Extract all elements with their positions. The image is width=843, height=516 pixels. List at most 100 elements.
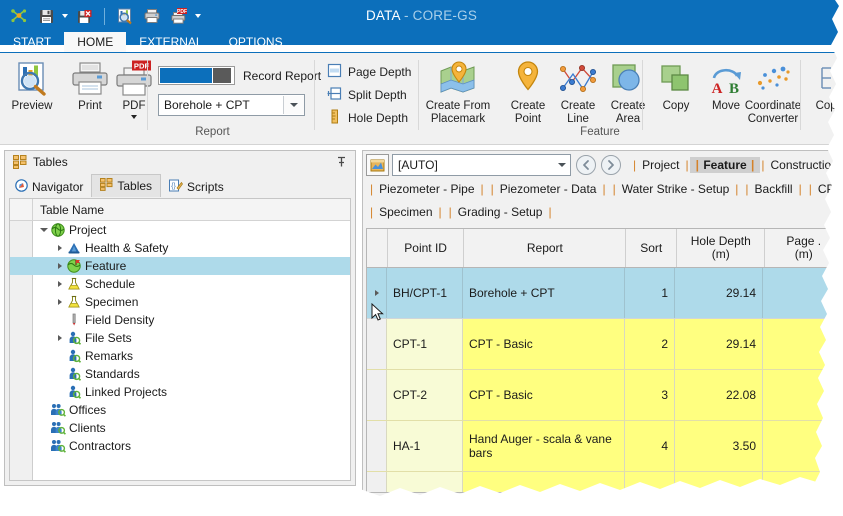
table-row[interactable]: CPT-2 CPT - Basic 3 22.08 <box>367 370 842 421</box>
expander-right-icon[interactable] <box>54 245 65 251</box>
cell-sort[interactable]: 1 <box>625 268 675 318</box>
tab-construction[interactable]: Construction <box>766 157 843 173</box>
cell-report[interactable]: CPT - Basic <box>463 370 625 420</box>
tree-item-remarks[interactable]: Remarks <box>10 347 350 365</box>
auto-filter-combobox[interactable]: [AUTO] <box>392 154 571 176</box>
pdf-button[interactable]: PDF PDF <box>106 58 162 119</box>
ribbon-group-report: Preview Print PDF PDF Record Report Bore… <box>0 54 415 140</box>
create-from-placemark-button[interactable]: Create From Placemark <box>420 58 496 125</box>
ribbon-separator-5 <box>800 60 801 130</box>
tree-item-feature[interactable]: Feature <box>10 257 350 275</box>
tree-item-field-density[interactable]: Field Density <box>10 311 350 329</box>
tree-item-clients[interactable]: Clients <box>10 419 350 437</box>
report-type-dropdown-button[interactable] <box>283 96 304 114</box>
ribbon-tab-home[interactable]: HOME <box>64 32 127 53</box>
cell-point-id[interactable]: CPT-1 <box>387 319 463 369</box>
page-depth-label: Page Depth <box>348 64 412 79</box>
panel-tab-scripts-label: Scripts <box>187 179 224 194</box>
tab-cpt-setup[interactable]: CPT - Setup <box>813 181 843 197</box>
tab-feature-label: Feature <box>703 158 747 172</box>
cell-hole-depth-partial[interactable] <box>675 472 763 492</box>
column-header-sort[interactable]: Sort <box>626 229 678 267</box>
tab-specimen[interactable]: Specimen <box>374 204 437 220</box>
cell-sort[interactable]: 2 <box>625 319 675 369</box>
cell-point-id[interactable]: BH/CPT-1 <box>387 268 463 318</box>
table-row[interactable]: BH/CPT-1 Borehole + CPT 1 29.14 <box>367 268 842 319</box>
expander-down-icon[interactable] <box>38 228 49 232</box>
tab-piezometer-pipe[interactable]: Piezometer - Pipe <box>374 181 479 197</box>
create-point-button[interactable]: Create Point <box>500 58 556 125</box>
tree-item-linked-projects[interactable]: Linked Projects <box>10 383 350 401</box>
cell-hole-depth[interactable]: 29.14 <box>675 268 763 318</box>
table-row[interactable]: CPT-1 CPT - Basic 2 29.14 <box>367 319 842 370</box>
ribbon-tab-start[interactable]: START <box>0 32 64 53</box>
table-row[interactable]: HA-1 Hand Auger - scala & vane bars 4 3.… <box>367 421 842 472</box>
nav-forward-button[interactable] <box>601 155 621 175</box>
tab-project[interactable]: Project <box>637 157 684 173</box>
coordinate-converter-button[interactable]: Coordinate Converter <box>740 58 806 125</box>
table-row-partial[interactable] <box>367 472 842 492</box>
column-header-hole-depth[interactable]: Hole Depth (m) <box>677 229 766 267</box>
tree-item-contractors[interactable]: Contractors <box>10 437 350 455</box>
hole-depth-button[interactable]: Hole Depth <box>327 108 408 127</box>
tree-item-project[interactable]: Project <box>10 221 350 239</box>
tree-item-file-sets[interactable]: File Sets <box>10 329 350 347</box>
expander-right-icon-schedule[interactable] <box>54 281 65 287</box>
preview-button[interactable]: Preview <box>4 58 60 113</box>
row-indicator <box>367 268 387 318</box>
create-line-button[interactable]: Create Line <box>550 58 606 125</box>
cell-sort-partial[interactable] <box>625 472 675 492</box>
tab-backfill[interactable]: Backfill <box>750 181 798 197</box>
cell-sort[interactable]: 4 <box>625 421 675 471</box>
cell-hole-depth[interactable]: 29.14 <box>675 319 763 369</box>
tree-item-standards[interactable]: Standards <box>10 365 350 383</box>
copy-partial-button[interactable]: Copy <box>806 58 843 113</box>
cell-sort[interactable]: 3 <box>625 370 675 420</box>
tab-water-strike-setup[interactable]: Water Strike - Setup <box>617 181 735 197</box>
split-depth-button[interactable]: Split Depth <box>327 85 407 104</box>
cell-page[interactable] <box>763 370 840 420</box>
table-select-icon[interactable] <box>366 154 389 176</box>
record-report-toggle[interactable] <box>158 66 235 85</box>
cell-page[interactable] <box>763 319 840 369</box>
panel-tab-scripts[interactable]: {} Scripts <box>161 176 232 197</box>
cell-point-id[interactable]: HA-1 <box>387 421 463 471</box>
pin-icon[interactable] <box>336 156 347 171</box>
nav-back-button[interactable] <box>576 155 596 175</box>
page-depth-button[interactable]: Page Depth <box>327 62 411 81</box>
expander-right-icon-specimen[interactable] <box>54 299 65 305</box>
auto-filter-dropdown-button[interactable] <box>553 156 570 174</box>
expander-right-icon-file-sets[interactable] <box>54 335 65 341</box>
cell-hole-depth[interactable]: 3.50 <box>675 421 763 471</box>
column-header-report[interactable]: Report <box>464 229 627 267</box>
cell-point-id-partial[interactable] <box>387 472 463 492</box>
cell-report[interactable]: Hand Auger - scala & vane bars <box>463 421 625 471</box>
pdf-split-caret-icon[interactable] <box>131 114 137 119</box>
expander-right-icon-feature[interactable] <box>54 263 65 269</box>
cell-hole-depth[interactable]: 22.08 <box>675 370 763 420</box>
cell-page[interactable] <box>763 268 840 318</box>
cell-report-partial[interactable] <box>463 472 625 492</box>
panel-tab-tables[interactable]: Tables <box>91 174 162 197</box>
tree-item-offices[interactable]: Offices <box>10 401 350 419</box>
copy-feature-button[interactable]: Copy <box>648 58 704 113</box>
tab-feature[interactable]: | Feature | <box>689 157 761 173</box>
cell-page[interactable] <box>763 421 840 471</box>
cell-report[interactable]: Borehole + CPT <box>463 268 625 318</box>
report-type-combobox[interactable]: Borehole + CPT <box>158 94 305 116</box>
column-header-page[interactable]: Page . (m) <box>765 229 842 267</box>
cell-report[interactable]: CPT - Basic <box>463 319 625 369</box>
tree-item-health-safety[interactable]: Health & Safety <box>10 239 350 257</box>
tree-item-file-sets-label: File Sets <box>85 331 132 345</box>
cell-point-id[interactable]: CPT-2 <box>387 370 463 420</box>
tab-piezometer-data[interactable]: Piezometer - Data <box>495 181 602 197</box>
tab-grading-setup[interactable]: Grading - Setup <box>453 204 548 220</box>
tab-separator-4: | <box>751 158 755 172</box>
cell-page-partial[interactable] <box>763 472 840 492</box>
column-header-point-id[interactable]: Point ID <box>388 229 465 267</box>
ribbon-tab-options[interactable]: OPTIONS <box>216 32 296 53</box>
tree-item-specimen[interactable]: Specimen <box>10 293 350 311</box>
tree-item-schedule[interactable]: Schedule <box>10 275 350 293</box>
panel-tab-navigator[interactable]: Navigator <box>7 176 91 197</box>
ribbon-tab-external[interactable]: EXTERNAL <box>126 32 215 53</box>
